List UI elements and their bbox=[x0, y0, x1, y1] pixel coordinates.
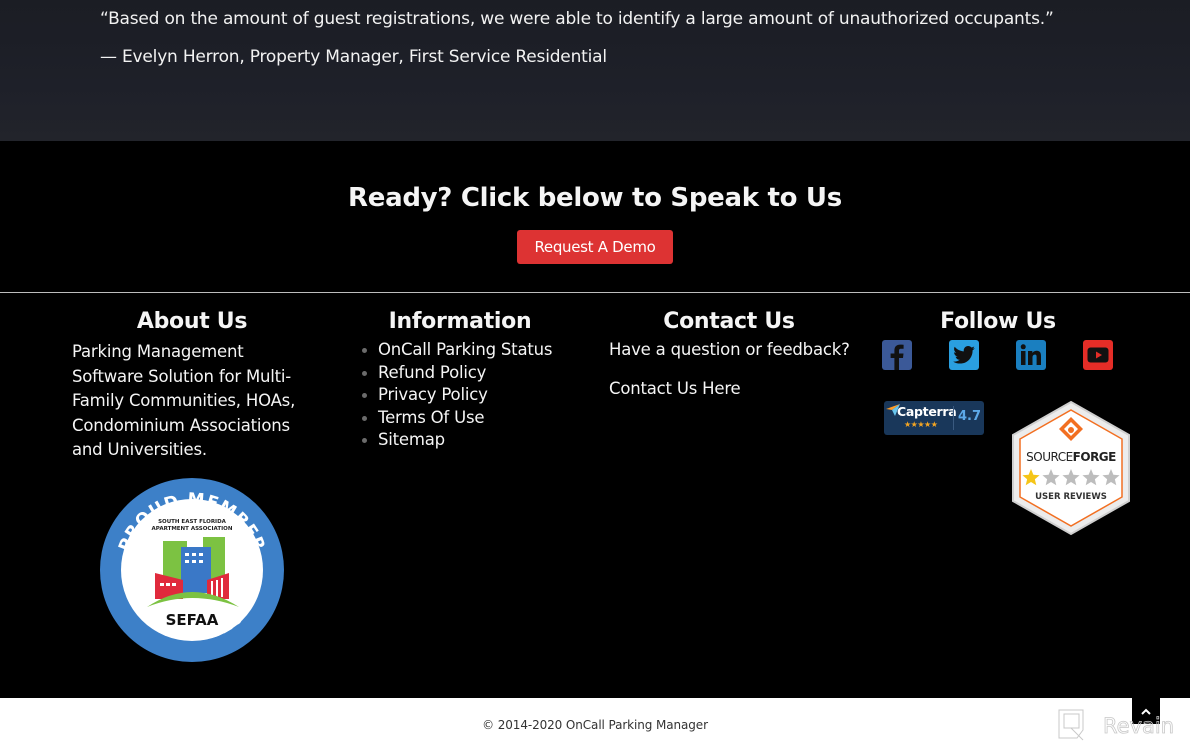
sourceforge-caption: USER REVIEWS bbox=[1035, 492, 1107, 502]
capterra-stars: ★★★★★ bbox=[904, 420, 938, 429]
footer: About Us Parking Management Software Sol… bbox=[0, 293, 1190, 698]
sefaa-member-badge: PROUD MEMBER 2019-2020 SOUTH EAST FLORID… bbox=[99, 477, 286, 664]
sefaa-org-line2: APARTMENT ASSOCIATION bbox=[152, 526, 233, 532]
sourceforge-badge[interactable]: SOURCEFORGE USER REVIEWS bbox=[1010, 400, 1132, 536]
link-privacy-policy[interactable]: Privacy Policy bbox=[360, 384, 552, 407]
copyright-bar: © 2014-2020 OnCall Parking Manager Revai… bbox=[0, 698, 1190, 753]
revain-text: Revain bbox=[1103, 714, 1174, 738]
testimonial-quote: “Based on the amount of guest registrati… bbox=[100, 9, 1054, 29]
revain-watermark: Revain bbox=[1055, 708, 1185, 744]
linkedin-icon bbox=[1020, 344, 1041, 365]
sefaa-acronym: SEFAA bbox=[166, 611, 219, 629]
capterra-score: 4.7 bbox=[958, 409, 982, 424]
sourceforge-brand-bold: FORGE bbox=[1073, 450, 1116, 464]
testimonial-section: “Based on the amount of guest registrati… bbox=[0, 0, 1190, 141]
svg-text:SOURCEFORGE: SOURCEFORGE bbox=[1026, 450, 1116, 464]
link-sitemap[interactable]: Sitemap bbox=[360, 429, 552, 452]
cta-section: Ready? Click below to Speak to Us Reques… bbox=[0, 141, 1190, 292]
contact-title: Contact Us bbox=[663, 309, 795, 334]
twitter-link[interactable] bbox=[949, 340, 979, 370]
cta-title: Ready? Click below to Speak to Us bbox=[348, 183, 842, 213]
facebook-link[interactable] bbox=[882, 340, 912, 370]
link-oncall-parking-status[interactable]: OnCall Parking Status bbox=[360, 339, 552, 362]
link-refund-policy[interactable]: Refund Policy bbox=[360, 362, 552, 385]
contact-us-link[interactable]: Contact Us Here bbox=[609, 379, 741, 398]
sourceforge-brand-light: SOURCE bbox=[1026, 450, 1073, 464]
information-title: Information bbox=[388, 309, 532, 334]
copyright-text: © 2014-2020 OnCall Parking Manager bbox=[482, 718, 708, 732]
follow-title: Follow Us bbox=[940, 309, 1056, 334]
information-links: OnCall Parking Status Refund Policy Priv… bbox=[360, 339, 552, 452]
revain-logo-icon bbox=[1058, 709, 1084, 741]
testimonial-author: — Evelyn Herron, Property Manager, First… bbox=[100, 47, 607, 67]
about-title: About Us bbox=[136, 309, 248, 334]
twitter-icon bbox=[953, 346, 975, 364]
capterra-name: Capterra bbox=[897, 404, 957, 419]
linkedin-link[interactable] bbox=[1016, 340, 1046, 370]
about-text: Parking Management Software Solution for… bbox=[72, 342, 296, 459]
capterra-badge[interactable]: Capterra ★★★★★ 4.7 bbox=[884, 401, 984, 435]
contact-question: Have a question or feedback? bbox=[609, 340, 850, 359]
youtube-link[interactable] bbox=[1083, 340, 1113, 370]
sefaa-org-line1: SOUTH EAST FLORIDA bbox=[158, 519, 227, 525]
link-terms-of-use[interactable]: Terms Of Use bbox=[360, 407, 552, 430]
request-demo-button[interactable]: Request A Demo bbox=[517, 230, 673, 264]
capterra-separator bbox=[953, 406, 954, 430]
facebook-icon bbox=[890, 344, 904, 370]
youtube-icon bbox=[1087, 347, 1109, 363]
